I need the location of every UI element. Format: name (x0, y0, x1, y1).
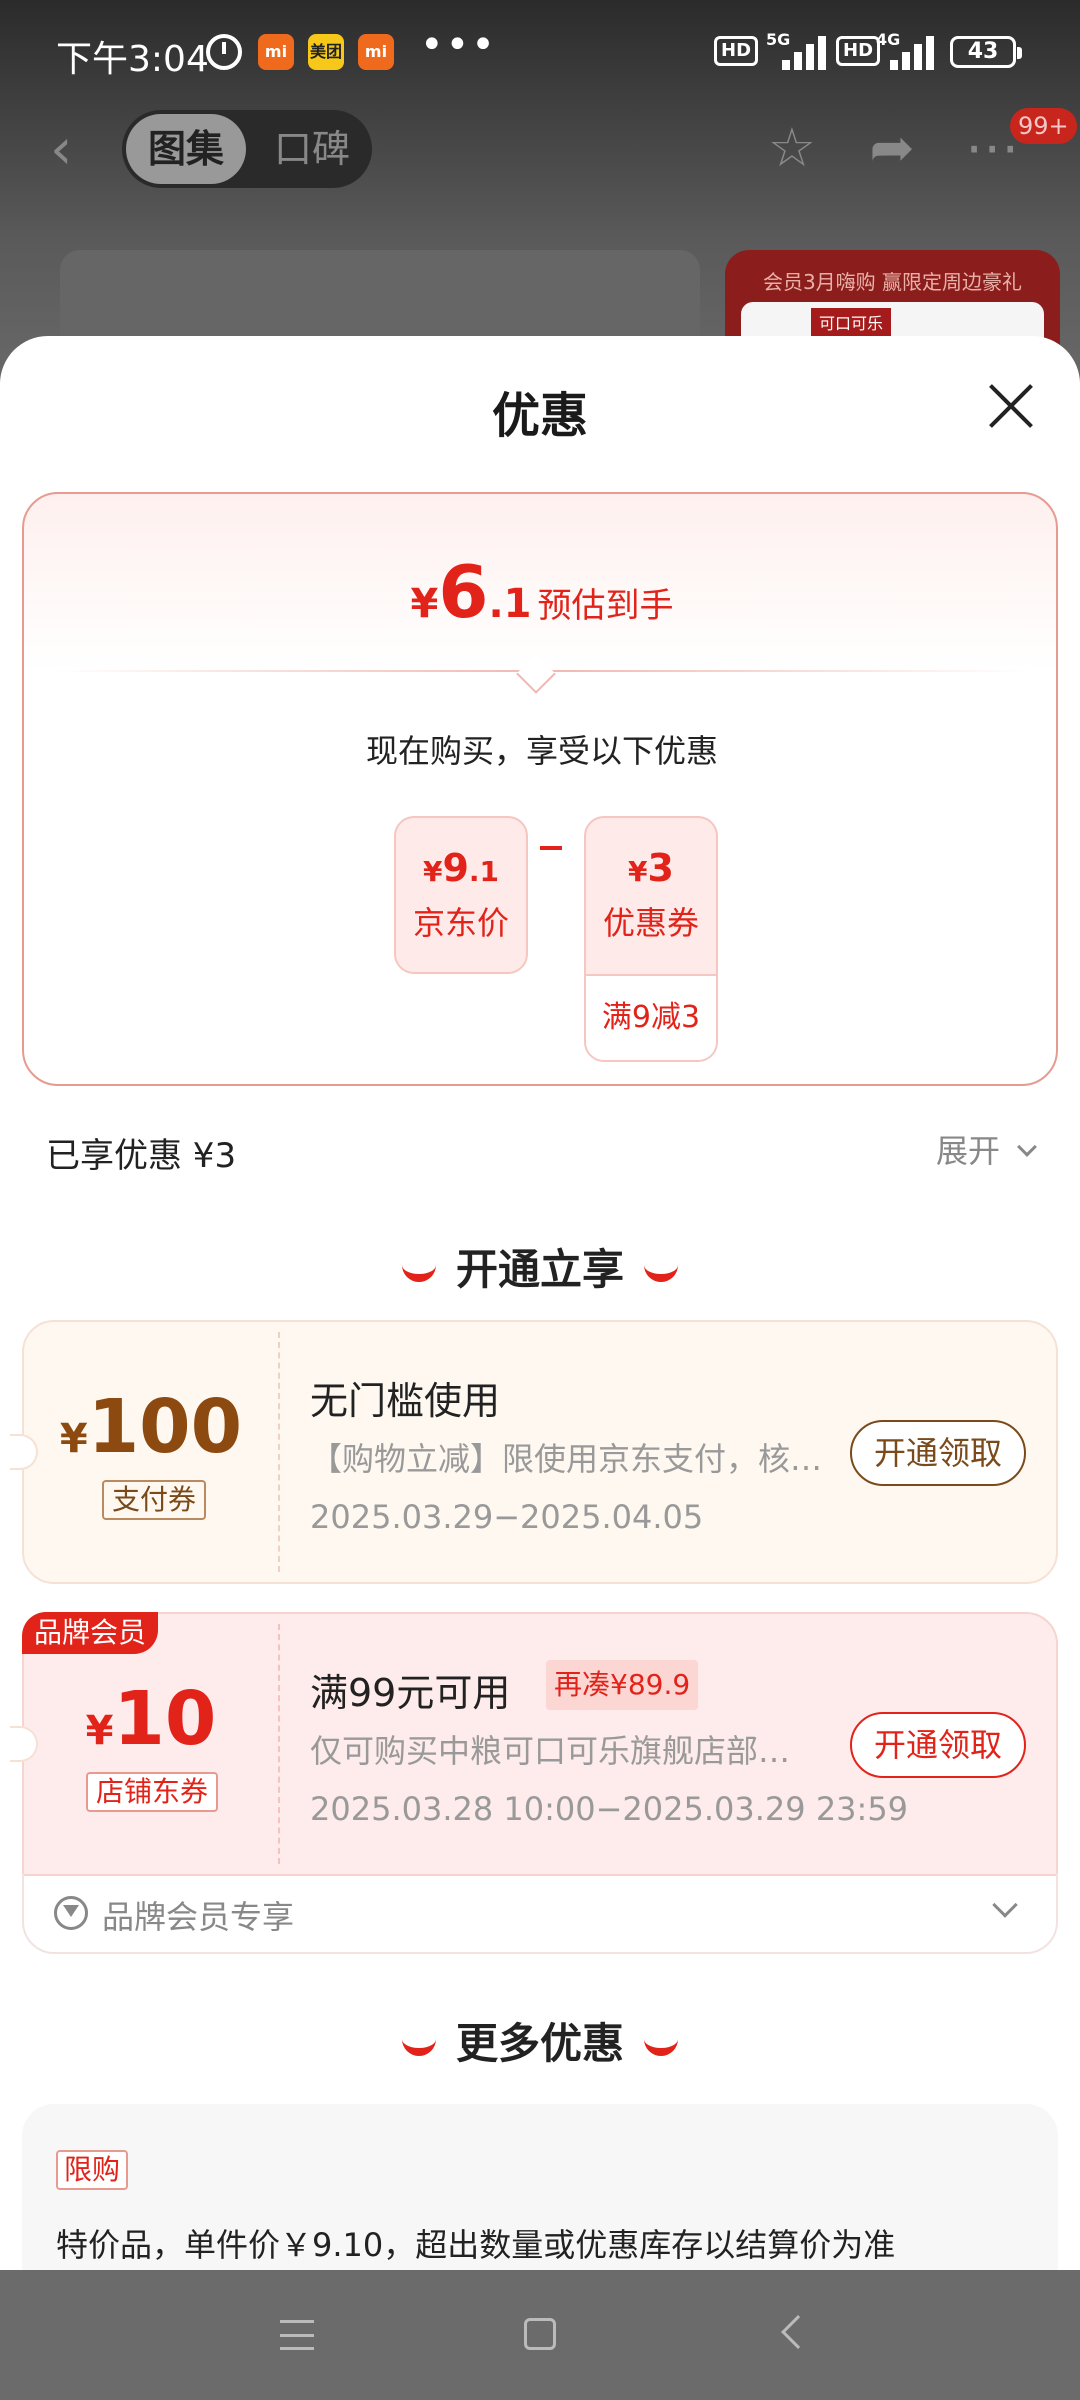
claim-button[interactable]: 开通领取 (850, 1420, 1026, 1486)
menu-icon[interactable] (280, 2320, 314, 2350)
limit-tag: 限购 (56, 2150, 129, 2190)
curl-icon (644, 1264, 678, 1282)
coupon-divider (278, 1332, 280, 1572)
estimate-label: 预估到手 (537, 586, 674, 626)
home-icon[interactable] (524, 2318, 556, 2350)
member-icon (54, 1896, 88, 1930)
coupon-value: ¥3 (628, 846, 674, 890)
buy-now-text: 现在购买，享受以下优惠 (365, 732, 718, 770)
section-more-header: 更多优惠 (0, 2010, 1080, 2071)
close-icon[interactable] (986, 382, 1034, 430)
section-title: 更多优惠 (455, 2019, 624, 2068)
currency: ¥ (410, 581, 439, 627)
expand-button[interactable]: 展开 (936, 1126, 1038, 1172)
more-discount-text: 特价品，单件价￥9.10，超出数量或优惠库存以结算价为准 (56, 2226, 896, 2264)
coupon-divider (278, 1624, 280, 1864)
section-open-header: 开通立享 (0, 1236, 1080, 1297)
claim-button[interactable]: 开通领取 (850, 1712, 1026, 1778)
curl-icon (401, 1264, 436, 1282)
coupon-title: 满99元可用 (310, 1671, 511, 1715)
coupon-date: 2025.03.28 10:00−2025.03.29 23:59 (310, 1790, 909, 1828)
mi-app-icon: mi (258, 34, 294, 70)
coupon-value-area: ¥10 店铺东券 (24, 1614, 278, 1874)
enjoyed-discount: 已享优惠 ¥3 (46, 1136, 237, 1176)
estimated-price: ¥6.1 预估到手 (24, 550, 1060, 634)
coupon-discount-card: ¥3 优惠券 满9减3 (584, 816, 718, 1062)
chevron-down-icon (992, 1892, 1018, 1918)
sheet-title: 优惠 (491, 388, 588, 444)
curl-icon (644, 2038, 678, 2056)
member-exclusive-bar[interactable]: 品牌会员专享 (22, 1874, 1058, 1954)
jd-price: ¥9.1 (422, 846, 500, 890)
meituan-app-icon: 美团 (308, 34, 344, 70)
minus-sign (540, 846, 562, 850)
more-discount-card: 限购 特价品，单件价￥9.10，超出数量或优惠库存以结算价为准 (22, 2104, 1058, 2270)
share-icon[interactable]: ➦ (862, 118, 922, 178)
coupon-description: 【购物立减】限使用京东支付，核… (310, 1440, 823, 1478)
expand-label: 展开 (936, 1132, 1001, 1170)
coupon-amount: ¥100 (59, 1384, 243, 1470)
price-dec: .1 (488, 581, 532, 627)
discount-sheet: 优惠 ¥6.1 预估到手 现在购买，享受以下优惠 ¥9.1 京东价 ¥3 优惠券 … (0, 336, 1080, 2270)
coupon-card: 品牌会员 ¥10 店铺东券 满99元可用 再凑¥89.9 仅可购买中粮可口可乐旗… (10, 1612, 1058, 1876)
message-badge: 99+ (1010, 108, 1077, 144)
back-icon[interactable] (781, 2315, 815, 2349)
battery-icon: 43 (950, 36, 1022, 68)
coupon-amount: ¥10 (85, 1676, 217, 1762)
coupon-condition: 满9减3 (586, 974, 716, 1060)
signal-icon (874, 30, 938, 70)
promo-text: 会员3月嗨购 赢限定周边豪礼 (762, 270, 1023, 294)
coupon-label: 优惠券 (602, 904, 699, 942)
back-icon[interactable]: ‹ (50, 120, 90, 180)
coupon-date: 2025.03.29−2025.04.05 (310, 1498, 704, 1536)
system-nav-bar (0, 2270, 1080, 2400)
mi-app-icon: mi (358, 34, 394, 70)
jd-price-label: 京东价 (412, 904, 509, 942)
price-summary-card: ¥6.1 预估到手 现在购买，享受以下优惠 ¥9.1 京东价 ¥3 优惠券 满9减… (22, 492, 1058, 1086)
add-more-tag: 再凑¥89.9 (546, 1660, 699, 1710)
member-exclusive-label: 品牌会员专享 (102, 1898, 295, 1936)
tab-gallery[interactable]: 图集 (126, 114, 246, 184)
status-bar: 下午3:04 mi 美团 mi ••• HD 5G HD 4G 43 (0, 0, 1080, 100)
chevron-down-icon (1017, 1137, 1038, 1157)
coupon-card: ¥100 支付券 无门槛使用 【购物立减】限使用京东支付，核… 2025.03.… (10, 1320, 1058, 1584)
section-title: 开通立享 (455, 1245, 624, 1294)
status-time: 下午3:04 (56, 39, 209, 80)
more-notifications-icon: ••• (420, 22, 497, 68)
coupon-value-area: ¥100 支付券 (24, 1322, 278, 1582)
tab-review[interactable]: 口碑 (262, 114, 362, 184)
alarm-clock-icon (206, 34, 242, 70)
coupon-type-tag: 支付券 (102, 1480, 207, 1520)
curl-icon (401, 2038, 436, 2056)
star-icon[interactable]: ☆ (762, 118, 822, 178)
coupon-description: 仅可购买中粮可口可乐旗舰店部… (310, 1732, 791, 1770)
view-switch: 图集 口碑 (122, 110, 372, 188)
jd-price-card: ¥9.1 京东价 (394, 816, 528, 974)
coupon-type-tag: 店铺东券 (86, 1772, 219, 1812)
promo-tag: 可口可乐 (811, 308, 892, 336)
divider-notch (516, 654, 556, 694)
signal-icon (762, 30, 826, 70)
hd-icon: HD (714, 36, 759, 66)
price-int: 6 (438, 550, 489, 634)
coupon-title: 无门槛使用 (310, 1379, 501, 1423)
